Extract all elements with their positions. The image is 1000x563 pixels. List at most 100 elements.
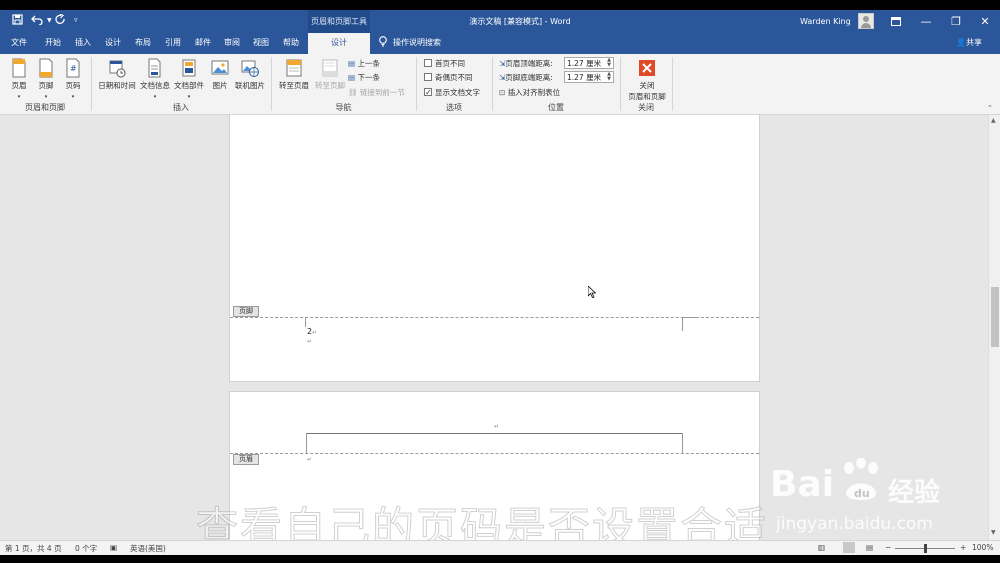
zoom-level[interactable]: 100% bbox=[972, 543, 993, 552]
document-info-label: 文档信息 bbox=[140, 81, 170, 90]
checkbox-box bbox=[424, 73, 432, 81]
document-info-icon bbox=[148, 58, 161, 78]
footer-label: 页脚 bbox=[38, 81, 54, 90]
online-pictures-label: 联机图片 bbox=[235, 81, 265, 90]
print-layout-icon[interactable] bbox=[843, 542, 855, 553]
insert-alignment-tab-button[interactable]: ⊡ 插入对齐制表位 bbox=[499, 86, 560, 99]
zoom-slider-thumb[interactable] bbox=[924, 544, 927, 553]
share-button[interactable]: 👤共享 bbox=[956, 33, 982, 54]
customize-icon[interactable]: ▿ bbox=[74, 16, 78, 24]
zoom-in-icon[interactable]: + bbox=[960, 543, 966, 552]
previous-button[interactable]: ▤ 上一条 bbox=[348, 57, 380, 70]
previous-icon: ▤ bbox=[348, 59, 356, 68]
tab-layout[interactable]: 布局 bbox=[128, 33, 158, 54]
different-odd-even-label: 奇偶页不同 bbox=[435, 73, 473, 82]
tab-file[interactable]: 文件 bbox=[5, 33, 33, 54]
footer-from-bottom-spinner[interactable]: 1.27 厘米 ▲ ▼ bbox=[564, 71, 614, 83]
minimize-icon[interactable]: — bbox=[911, 10, 941, 33]
body-paragraph-mark: ↵ bbox=[307, 456, 313, 463]
different-first-page-checkbox[interactable]: 首页不同 bbox=[424, 57, 465, 70]
close-window-icon[interactable]: ✕ bbox=[970, 10, 1000, 33]
goto-header-button[interactable]: 转至页眉 bbox=[276, 58, 312, 91]
link-previous-button[interactable]: ⛓ 链接到前一节 bbox=[348, 86, 405, 99]
close-header-footer-button[interactable]: 关闭 页眉和页脚 bbox=[624, 58, 670, 102]
read-mode-icon[interactable]: ▥ bbox=[818, 543, 825, 552]
spinner-arrows-icon[interactable]: ▲ ▼ bbox=[605, 58, 613, 68]
zoom-out-icon[interactable]: − bbox=[885, 543, 891, 552]
margin-corner-right-h bbox=[682, 317, 696, 318]
footer-boundary-line bbox=[230, 317, 759, 318]
proofing-icon[interactable]: ▣ bbox=[110, 543, 117, 552]
header-icon bbox=[12, 58, 26, 78]
tab-review[interactable]: 审阅 bbox=[218, 33, 246, 54]
quick-parts-label: 文档部件 bbox=[174, 81, 204, 90]
margin-corner-left bbox=[306, 433, 307, 453]
user-name[interactable]: Warden King bbox=[800, 10, 851, 33]
show-document-text-checkbox[interactable]: 显示文档文字 bbox=[424, 86, 480, 99]
margin-corner-right bbox=[682, 317, 683, 331]
tab-mailings[interactable]: 邮件 bbox=[188, 33, 218, 54]
tab-references[interactable]: 引用 bbox=[158, 33, 188, 54]
spinner-arrows-icon[interactable]: ▲ ▼ bbox=[605, 72, 613, 82]
scroll-thumb[interactable] bbox=[991, 287, 999, 347]
goto-footer-button[interactable]: 转至页脚 bbox=[312, 58, 348, 91]
person-icon: 👤 bbox=[956, 38, 966, 47]
collapse-ribbon-icon[interactable]: ⌃ bbox=[987, 104, 993, 112]
lightbulb-icon bbox=[379, 36, 387, 47]
ribbon-display-icon[interactable] bbox=[881, 10, 911, 33]
group-label-header-footer: 页眉和页脚 bbox=[25, 103, 65, 112]
group-label-position: 位置 bbox=[548, 103, 564, 112]
title-bar: ▼ ▿ 页眉和页脚工具 演示文稿 [兼容模式] - Word Warden Ki… bbox=[0, 10, 1000, 33]
page-1[interactable]: 页脚 2↵ ↵ bbox=[229, 115, 760, 382]
scroll-down-icon[interactable]: ▼ bbox=[991, 529, 996, 536]
footer-icon bbox=[39, 58, 53, 78]
svg-text:du: du bbox=[854, 487, 870, 500]
date-time-button[interactable]: 日期和时间 bbox=[95, 58, 139, 91]
close-header-footer-label-1: 关闭 bbox=[639, 81, 655, 90]
tell-me-search[interactable]: 操作说明搜索 bbox=[378, 33, 441, 54]
footer-tag: 页脚 bbox=[233, 306, 259, 317]
pictures-button[interactable]: 图片 bbox=[207, 58, 233, 91]
header-button[interactable]: 页眉 ▾ bbox=[6, 58, 32, 100]
link-previous-label: 链接到前一节 bbox=[359, 88, 405, 97]
tab-home[interactable]: 开始 bbox=[38, 33, 68, 54]
online-pictures-button[interactable]: 联机图片 bbox=[232, 58, 268, 91]
different-first-page-label: 首页不同 bbox=[435, 59, 465, 68]
tab-help[interactable]: 帮助 bbox=[276, 33, 306, 54]
save-icon[interactable] bbox=[12, 14, 23, 28]
ribbon-tabs: 文件 开始 插入 设计 布局 引用 邮件 审阅 视图 帮助 设计 操作说明搜索 … bbox=[0, 33, 1000, 54]
undo-dropdown-icon[interactable]: ▼ bbox=[47, 17, 52, 24]
tab-header-footer-design[interactable]: 设计 bbox=[308, 33, 370, 54]
bottom-letterbox bbox=[0, 555, 1000, 563]
alignment-tab-icon: ⊡ bbox=[499, 88, 506, 97]
header-from-top-spinner[interactable]: 1.27 厘米 ▲ ▼ bbox=[564, 57, 614, 69]
footer-from-bottom-value: 1.27 厘米 bbox=[567, 73, 602, 82]
word-window: ▼ ▿ 页眉和页脚工具 演示文稿 [兼容模式] - Word Warden Ki… bbox=[0, 0, 1000, 563]
scroll-up-icon[interactable]: ▲ bbox=[991, 117, 996, 124]
group-label-navigation: 导航 bbox=[335, 103, 352, 112]
restore-icon[interactable]: ❐ bbox=[941, 10, 971, 33]
next-button[interactable]: ▤ 下一条 bbox=[348, 71, 380, 84]
tab-design[interactable]: 设计 bbox=[98, 33, 128, 54]
different-odd-even-checkbox[interactable]: 奇偶页不同 bbox=[424, 71, 473, 84]
document-info-button[interactable]: 文档信息 ▾ bbox=[138, 58, 172, 100]
undo-icon[interactable] bbox=[31, 14, 45, 28]
page-info[interactable]: 第 1 页，共 4 页 bbox=[5, 543, 62, 554]
header-tag: 页眉 bbox=[233, 454, 259, 465]
close-red-x-icon bbox=[639, 60, 655, 76]
redo-icon[interactable] bbox=[55, 13, 66, 28]
quick-parts-button[interactable]: 文档部件 ▾ bbox=[172, 58, 206, 100]
tab-view[interactable]: 视图 bbox=[246, 33, 276, 54]
page-number-field[interactable]: 2↵ bbox=[307, 327, 317, 336]
avatar[interactable] bbox=[858, 13, 874, 29]
paragraph-mark: ↵ bbox=[307, 338, 313, 345]
page-number-button[interactable]: # 页码 ▾ bbox=[60, 58, 86, 100]
footer-button[interactable]: 页脚 ▾ bbox=[33, 58, 59, 100]
web-layout-icon[interactable]: ▤ bbox=[866, 543, 873, 552]
contextual-tab-title: 页眉和页脚工具 bbox=[308, 10, 370, 33]
word-count[interactable]: 0 个字 bbox=[75, 543, 97, 554]
checkbox-checked bbox=[424, 86, 432, 99]
tab-insert[interactable]: 插入 bbox=[68, 33, 98, 54]
tell-me-label: 操作说明搜索 bbox=[393, 38, 441, 47]
language[interactable]: 英语(美国) bbox=[130, 543, 166, 554]
